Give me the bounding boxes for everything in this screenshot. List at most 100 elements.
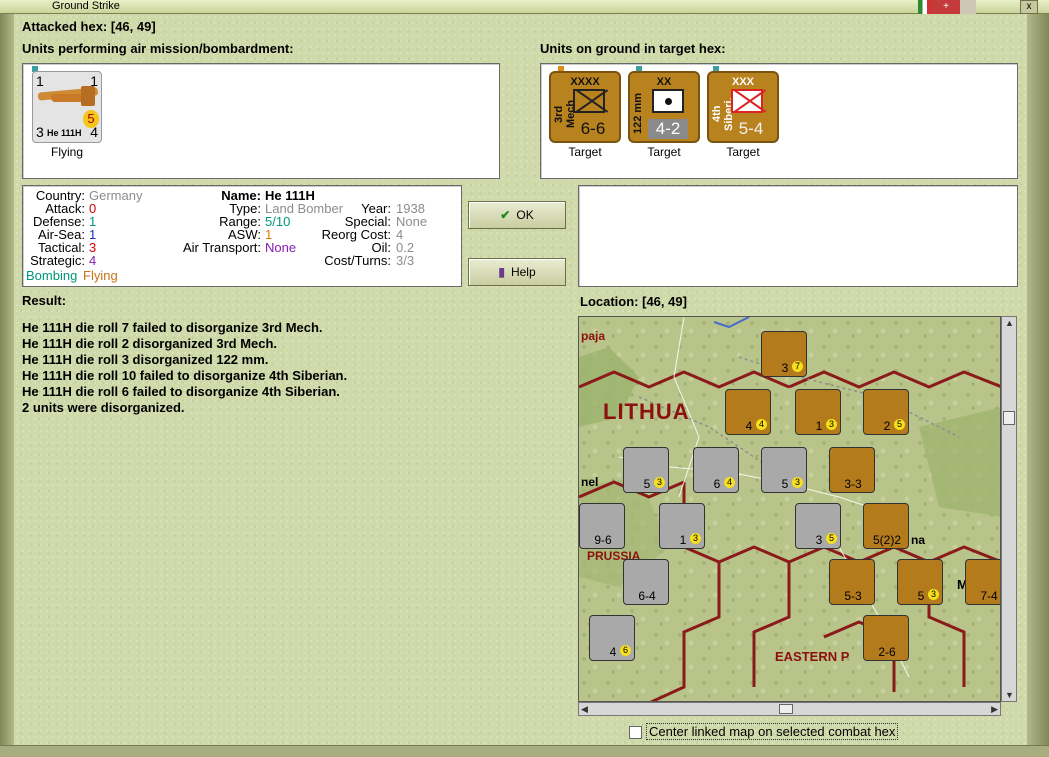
mission-flying: Flying	[83, 268, 118, 283]
target-caption: Target	[726, 145, 760, 159]
result-line: He 111H die roll 2 disorganized 3rd Mech…	[22, 336, 278, 351]
air-transport-value: None	[265, 240, 297, 255]
italy-flag-icon[interactable]	[918, 0, 932, 14]
map-unit-counter[interactable]: 53	[623, 447, 669, 493]
map-unit-counter[interactable]: 35	[795, 503, 841, 549]
air-unit-counter[interactable]: 1 1 3 4 5 He 111H	[32, 71, 102, 143]
ground-unit-counter[interactable]: XXXX 3rd Mech 6-6	[549, 71, 621, 143]
horizontal-scroll-thumb[interactable]	[779, 704, 793, 714]
counter-badge: 7	[792, 361, 803, 372]
target-caption: Target	[647, 145, 681, 159]
ok-label: OK	[516, 208, 534, 222]
location-label: Location:	[580, 294, 639, 309]
air-units-label: Units performing air mission/bombardment…	[22, 41, 294, 56]
artillery-symbol-icon	[652, 89, 684, 113]
cost-turns-label: Cost/Turns:	[324, 253, 391, 268]
plane-body-icon	[51, 94, 85, 102]
map-unit-counter[interactable]: 3-3	[829, 447, 875, 493]
unit-name: 122 mm	[632, 93, 644, 135]
attacked-hex-value: [46, 49]	[110, 19, 156, 34]
window-frame-right	[1027, 14, 1049, 757]
ground-unit-counter[interactable]: XX 122 mm 4-2	[628, 71, 700, 143]
mechanized-symbol-icon	[573, 89, 605, 113]
target-caption: Target	[568, 145, 602, 159]
counter-badge: 5	[826, 533, 837, 544]
map-unit-counter[interactable]: 5-3	[829, 559, 875, 605]
neutral-flag-icon[interactable]	[960, 0, 976, 14]
scroll-left-icon[interactable]: ◀	[581, 704, 588, 715]
counter-value: 2-6	[878, 645, 896, 659]
map-unit-counter[interactable]: 9-6	[579, 503, 625, 549]
strategic-value: 4	[89, 253, 97, 268]
counter-value: 5(2)2	[872, 533, 901, 547]
secondary-info-panel	[578, 185, 1018, 287]
help-button[interactable]: ▮ Help	[468, 258, 566, 286]
air-unit-bottom-left-value: 3	[36, 124, 44, 140]
unit-size: XXXX	[570, 76, 600, 88]
map-unit-counter[interactable]: 13	[659, 503, 705, 549]
country-value: Germany	[89, 188, 143, 203]
ground-unit-counter[interactable]: XXX 4th Siberi. 5-4	[707, 71, 779, 143]
map-unit-counter[interactable]: 64	[693, 447, 739, 493]
window-frame-bottom	[0, 745, 1049, 757]
counter-badge: 4	[756, 419, 767, 430]
map-unit-counter[interactable]: 46	[589, 615, 635, 661]
center-linked-map-checkbox[interactable]	[629, 726, 642, 739]
counter-badge: 3	[690, 533, 701, 544]
counter-value: 7-4	[980, 589, 998, 603]
location-heading: Location: [46, 49]	[580, 294, 687, 309]
air-units-panel: 1 1 3 4 5 He 111H Flying	[22, 63, 500, 179]
map-unit-counter[interactable]: 25	[863, 389, 909, 435]
map-region-label-lithuania: LITHUA	[603, 399, 690, 424]
ok-button[interactable]: ✔ OK	[468, 201, 566, 229]
map-horizontal-scrollbar[interactable]: ◀ ▶	[578, 702, 1001, 716]
map-vertical-scrollbar[interactable]: ▲ ▼	[1001, 316, 1017, 702]
map-unit-counter[interactable]: 44	[725, 389, 771, 435]
counter-value: 5-3	[844, 589, 862, 603]
map-unit-counter[interactable]: 7-4	[965, 559, 1000, 605]
counter-badge: 5	[894, 419, 905, 430]
scroll-up-icon[interactable]: ▲	[1005, 318, 1014, 328]
center-linked-map-label[interactable]: Center linked map on selected combat hex	[646, 723, 899, 740]
air-unit-caption: Flying	[50, 145, 83, 159]
swiss-flag-icon[interactable]: +	[932, 0, 960, 14]
title-bar: Ground Strike + x	[0, 0, 1049, 14]
map-unit-counter[interactable]: 37	[761, 331, 807, 377]
close-button[interactable]: x	[1020, 0, 1038, 14]
air-unit-top-left-value: 1	[36, 73, 44, 89]
unit-strength: 6-6	[580, 119, 606, 138]
infantry-symbol-icon	[731, 89, 763, 113]
map-town-label: paja	[581, 329, 606, 343]
ground-strike-dialog: Attacked hex: [46, 49] Units performing …	[14, 14, 1027, 745]
map-unit-counter[interactable]: 2-6	[863, 615, 909, 661]
result-line: He 111H die roll 6 failed to disorganize…	[22, 384, 340, 399]
air-unit-badge: 5	[83, 110, 99, 128]
unit-size: XX	[656, 76, 672, 88]
map-unit-counter[interactable]: 13	[795, 389, 841, 435]
ground-units-label: Units on ground in target hex:	[540, 41, 726, 56]
map-unit-counter[interactable]: 5(2)2	[863, 503, 909, 549]
cost-turns-value: 3/3	[396, 253, 415, 268]
checkmark-icon: ✔	[500, 208, 511, 222]
air-unit-name: He 111H	[47, 128, 82, 138]
scroll-down-icon[interactable]: ▼	[1005, 690, 1014, 700]
plane-tail-icon	[81, 86, 95, 106]
counter-badge: 3	[826, 419, 837, 430]
air-transport-label: Air Transport:	[182, 240, 261, 255]
hex-map-view[interactable]: paja LITHUA PRUSSIA EASTERN P nel na M 3…	[578, 316, 1001, 702]
vertical-scroll-thumb[interactable]	[1003, 411, 1015, 425]
map-unit-counter[interactable]: 6-4	[623, 559, 669, 605]
scroll-right-icon[interactable]: ▶	[991, 704, 998, 715]
help-book-icon: ▮	[498, 265, 505, 279]
counter-badge: 4	[724, 477, 735, 488]
unit-strength: 4-2	[648, 119, 688, 139]
attacked-hex-heading: Attacked hex: [46, 49]	[22, 19, 156, 34]
counter-value: 6-4	[638, 589, 656, 603]
map-town-label: nel	[581, 475, 599, 489]
map-unit-counter[interactable]: 53	[897, 559, 943, 605]
map-unit-counter[interactable]: 53	[761, 447, 807, 493]
unit-size: XXX	[731, 76, 754, 88]
result-line: 2 units were disorganized.	[22, 400, 185, 415]
result-line: He 111H die roll 10 failed to disorganiz…	[22, 368, 348, 383]
counter-badge: 3	[792, 477, 803, 488]
